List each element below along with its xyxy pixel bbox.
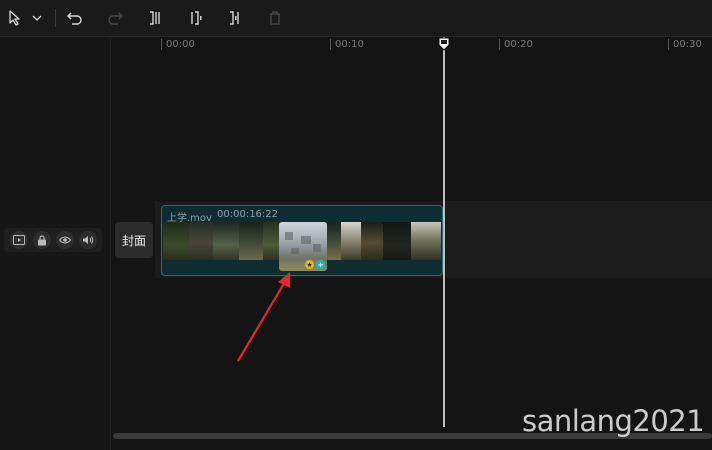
trim-left-icon[interactable] [188, 8, 204, 28]
cover-button[interactable]: 封面 [115, 222, 153, 258]
clip-frame [411, 222, 441, 260]
clip-frame [341, 222, 361, 260]
clip-frame [239, 222, 263, 260]
toolbar-divider [55, 9, 56, 27]
clip-frame [383, 222, 411, 260]
trim-right-icon[interactable] [226, 8, 242, 28]
cover-frame-thumbnail[interactable]: ★ + [279, 222, 327, 271]
pixel-block [301, 236, 311, 244]
ruler-tick: 00:30 [668, 39, 702, 50]
pixel-block [313, 244, 321, 252]
add-badge-icon[interactable]: + [316, 260, 325, 269]
delete-icon[interactable] [267, 8, 283, 28]
pixel-block [285, 232, 293, 240]
eye-icon[interactable] [55, 231, 74, 249]
track-controls [4, 228, 102, 252]
clip-frame [213, 222, 239, 260]
watermark: sanlang2021 [522, 404, 705, 438]
split-icon[interactable] [147, 8, 163, 28]
clip-frame [361, 222, 383, 260]
time-ruler[interactable]: 00:00 00:10 00:20 00:30 [111, 37, 712, 53]
undo-icon[interactable] [66, 8, 84, 28]
redo-icon[interactable] [106, 8, 124, 28]
timeline-toolbar [0, 0, 712, 37]
star-badge-icon[interactable]: ★ [305, 260, 314, 269]
clip-frame [189, 222, 213, 260]
lock-icon[interactable] [32, 231, 51, 249]
clip-frame [163, 222, 189, 260]
ruler-tick: 00:00 [161, 39, 195, 50]
chevron-down-icon[interactable] [30, 8, 44, 28]
video-track-icon[interactable] [9, 231, 28, 249]
ruler-tick: 00:10 [330, 39, 364, 50]
ruler-tick: 00:20 [499, 39, 533, 50]
annotation-arrow-icon [237, 272, 290, 362]
playhead-line[interactable] [443, 37, 445, 427]
pixel-block [291, 248, 299, 254]
clip-duration: 00:00:16:22 [217, 209, 279, 220]
playhead-handle-icon[interactable] [438, 36, 450, 51]
volume-icon[interactable] [78, 231, 97, 249]
select-pointer-icon[interactable] [6, 8, 24, 28]
